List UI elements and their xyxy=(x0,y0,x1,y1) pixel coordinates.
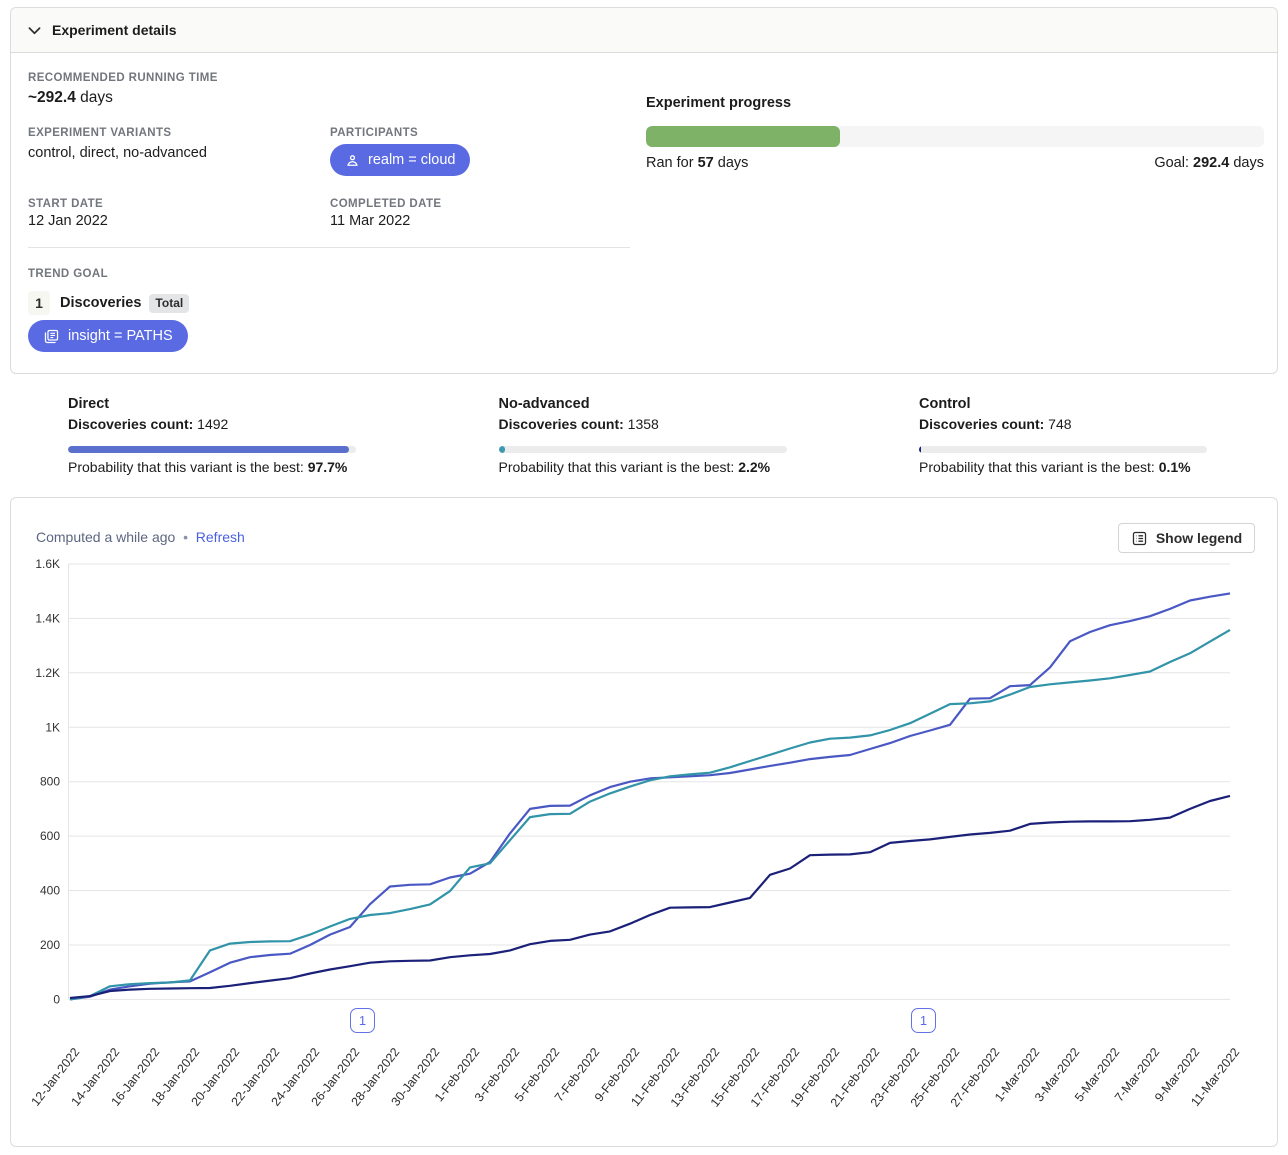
svg-text:1.6K: 1.6K xyxy=(35,557,60,571)
svg-text:1K: 1K xyxy=(45,720,60,734)
svg-text:0: 0 xyxy=(53,992,60,1006)
svg-text:1.2K: 1.2K xyxy=(35,666,60,680)
svg-text:1.4K: 1.4K xyxy=(35,611,60,625)
svg-text:200: 200 xyxy=(40,938,60,952)
svg-text:400: 400 xyxy=(40,884,60,898)
svg-text:600: 600 xyxy=(40,829,60,843)
svg-text:800: 800 xyxy=(40,775,60,789)
